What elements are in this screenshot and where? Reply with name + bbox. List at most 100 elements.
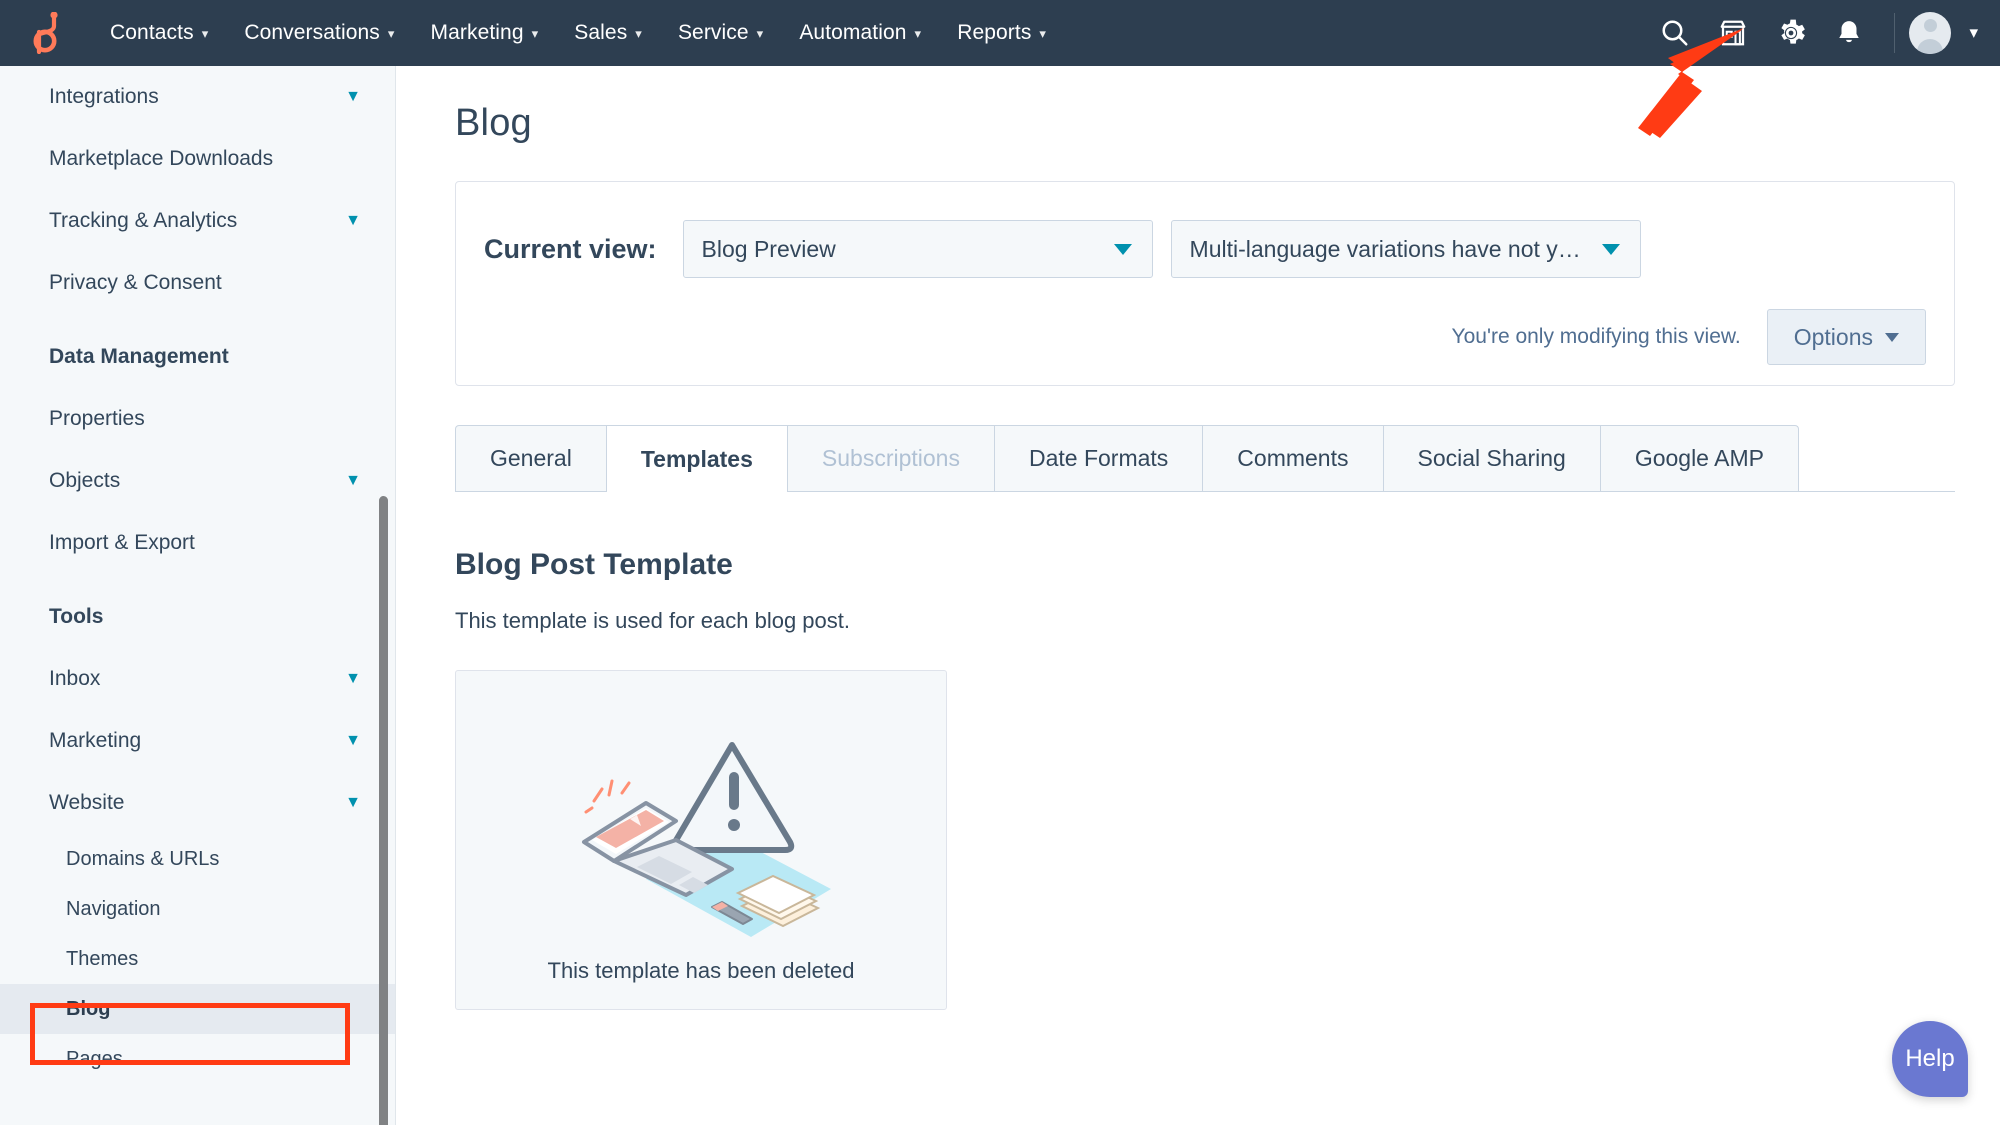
- options-button[interactable]: Options: [1766, 309, 1926, 365]
- tab-templates[interactable]: Templates: [605, 425, 788, 492]
- tab-date-formats[interactable]: Date Formats: [993, 425, 1204, 491]
- help-button-label: Help: [1905, 1045, 1955, 1072]
- options-button-label: Options: [1793, 323, 1873, 350]
- tab-social-sharing[interactable]: Social Sharing: [1382, 425, 1601, 491]
- help-button[interactable]: Help: [1892, 1021, 1968, 1097]
- tab-label: Comments: [1237, 445, 1349, 471]
- current-view-card-footer: You're only modifying this view. Options: [1452, 309, 1926, 365]
- chevron-down-icon: ▼: [345, 732, 361, 749]
- tab-subscriptions: Subscriptions: [786, 425, 995, 491]
- sidebar-item-label: Themes: [66, 947, 139, 970]
- nav-item-label: Contacts: [110, 21, 194, 44]
- search-icon: [1662, 20, 1688, 46]
- nav-item-contacts[interactable]: Contacts ▾: [92, 21, 226, 45]
- nav-item-label: Reports: [957, 21, 1032, 44]
- nav-item-service[interactable]: Service ▾: [660, 21, 781, 45]
- tab-label: Subscriptions: [821, 445, 960, 471]
- sidebar-item-label: Integrations: [49, 85, 159, 108]
- top-nav-right-actions: ▾: [1646, 0, 2000, 66]
- language-variation-select[interactable]: Multi-language variations have not yet b…: [1170, 220, 1641, 278]
- avatar-head: [1923, 19, 1937, 32]
- nav-item-reports[interactable]: Reports ▾: [939, 21, 1064, 45]
- tab-label: Templates: [640, 445, 753, 472]
- chevron-down-icon: ▼: [345, 670, 361, 687]
- sidebar-item-label: Inbox: [49, 667, 101, 690]
- nav-item-label: Sales: [574, 21, 628, 44]
- tab-comments[interactable]: Comments: [1202, 425, 1384, 491]
- avatar-button[interactable]: [1909, 12, 1952, 54]
- sidebar-item-blog[interactable]: Blog: [0, 984, 395, 1034]
- avatar-chevron-down-icon[interactable]: ▾: [1969, 23, 1978, 43]
- sidebar-item-label: Objects: [49, 469, 121, 492]
- deleted-template-illustration: [582, 742, 831, 937]
- chevron-down-icon: ▾: [914, 26, 922, 41]
- settings-gear-icon: [1781, 19, 1806, 44]
- sidebar-item-label: Blog: [66, 997, 111, 1020]
- chevron-down-icon: [1601, 243, 1620, 255]
- nav-item-sales[interactable]: Sales ▾: [556, 21, 660, 45]
- sidebar-item-navigation[interactable]: Navigation: [0, 884, 395, 934]
- sidebar-item-import-export[interactable]: Import & Export: [0, 512, 395, 574]
- chevron-down-icon: ▾: [531, 26, 539, 41]
- tab-general[interactable]: General: [455, 425, 607, 491]
- settings-tabs: General Templates Subscriptions Date For…: [455, 425, 1955, 492]
- hubspot-logo[interactable]: [0, 12, 92, 54]
- tab-label: Date Formats: [1028, 445, 1169, 471]
- sidebar-item-tracking-analytics[interactable]: Tracking & Analytics ▼: [0, 190, 395, 252]
- chevron-down-icon: ▾: [387, 26, 395, 41]
- sidebar-item-integrations[interactable]: Integrations ▼: [0, 66, 395, 128]
- sidebar-item-properties[interactable]: Properties: [0, 388, 395, 450]
- sidebar-item-label: Tracking & Analytics: [49, 209, 238, 232]
- sidebar-item-marketing[interactable]: Marketing ▼: [0, 710, 395, 772]
- sidebar-item-label: Import & Export: [49, 531, 195, 554]
- sidebar-item-label: Marketplace Downloads: [49, 147, 274, 170]
- sidebar-item-objects[interactable]: Objects ▼: [0, 450, 395, 512]
- search-button[interactable]: [1646, 0, 1704, 66]
- settings-gear-button[interactable]: [1762, 0, 1820, 66]
- marketplace-button[interactable]: [1704, 0, 1762, 66]
- top-navigation-bar: Contacts ▾ Conversations ▾ Marketing ▾ S…: [0, 0, 2000, 66]
- top-nav-menu: Contacts ▾ Conversations ▾ Marketing ▾ S…: [92, 21, 1064, 45]
- sidebar-item-privacy-consent[interactable]: Privacy & Consent: [0, 252, 395, 314]
- sidebar-item-themes[interactable]: Themes: [0, 934, 395, 984]
- template-deleted-message: This template has been deleted: [547, 958, 855, 983]
- notifications-button[interactable]: [1820, 0, 1878, 66]
- chevron-down-icon: [1113, 243, 1132, 255]
- caret-down-icon: [1885, 332, 1899, 342]
- chevron-down-icon: ▼: [345, 794, 361, 811]
- blog-view-select[interactable]: Blog Preview: [682, 220, 1153, 278]
- chevron-down-icon: ▾: [635, 26, 642, 41]
- settings-sidebar[interactable]: Integrations ▼ Marketplace Downloads Tra…: [0, 66, 396, 1125]
- notifications-bell-icon: [1839, 21, 1860, 43]
- chevron-down-icon: ▼: [345, 212, 361, 229]
- nav-item-label: Conversations: [244, 21, 380, 44]
- current-view-row: Current view: Blog Preview Multi-languag…: [456, 182, 1954, 278]
- sidebar-scrollbar-thumb[interactable]: [379, 496, 388, 1125]
- hubspot-logo-icon: [33, 12, 58, 54]
- blog-post-template-description: This template is used for each blog post…: [455, 608, 850, 633]
- sidebar-item-label: Marketing: [49, 729, 142, 752]
- nav-item-label: Automation: [799, 21, 907, 44]
- tab-google-amp[interactable]: Google AMP: [1599, 425, 1799, 491]
- sidebar-item-website[interactable]: Website ▼: [0, 772, 395, 834]
- avatar-body: [1917, 39, 1944, 54]
- nav-item-automation[interactable]: Automation ▾: [781, 21, 939, 45]
- nav-item-conversations[interactable]: Conversations ▾: [226, 21, 412, 45]
- sidebar-item-label: Domains & URLs: [66, 847, 220, 870]
- sidebar-heading-tools: Tools: [49, 605, 104, 628]
- main-content: Blog Current view: Blog Preview Multi-la…: [397, 66, 2000, 1125]
- sidebar-item-pages[interactable]: Pages: [0, 1034, 395, 1084]
- blog-post-template-preview-box[interactable]: This template has been deleted: [455, 670, 947, 1010]
- current-view-card: Current view: Blog Preview Multi-languag…: [455, 181, 1955, 386]
- sidebar-item-label: Pages: [66, 1047, 123, 1070]
- sidebar-item-marketplace-downloads[interactable]: Marketplace Downloads: [0, 128, 395, 190]
- sidebar-item-label: Navigation: [66, 897, 161, 920]
- sidebar-scrollbar-track[interactable]: [377, 66, 391, 1125]
- sidebar-item-domains-urls[interactable]: Domains & URLs: [0, 834, 395, 884]
- tab-label: Google AMP: [1634, 445, 1764, 471]
- chevron-down-icon: ▾: [1039, 26, 1047, 41]
- nav-item-marketing[interactable]: Marketing ▾: [413, 21, 557, 45]
- nav-divider: [1894, 13, 1896, 53]
- nav-item-label: Service: [677, 21, 749, 44]
- sidebar-item-inbox[interactable]: Inbox ▼: [0, 648, 395, 710]
